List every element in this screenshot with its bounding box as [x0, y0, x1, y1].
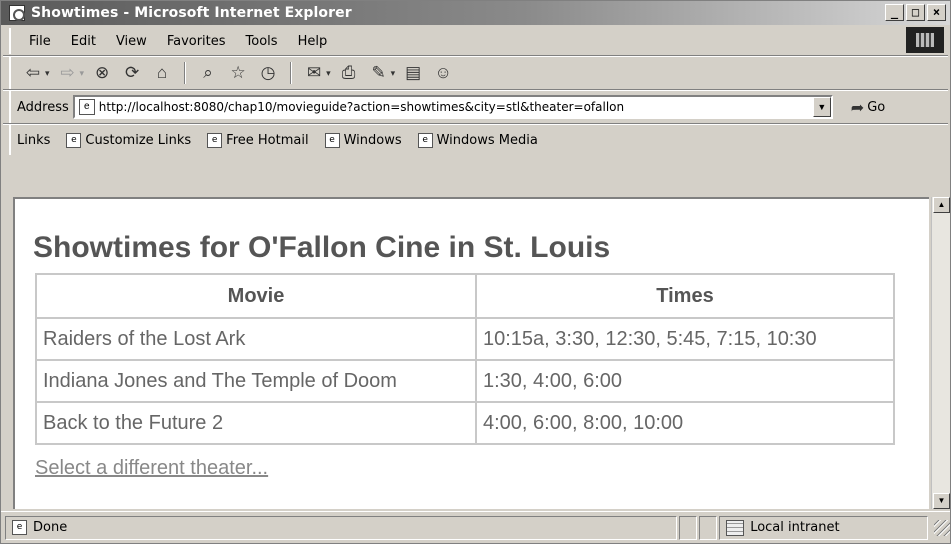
status-text: Done — [33, 520, 68, 535]
toolbar-separator — [184, 62, 187, 84]
windows-logo-icon — [906, 27, 944, 53]
page-icon: e — [78, 99, 95, 115]
status-cell-empty — [679, 515, 698, 540]
page-title: Showtimes for O'Fallon Cine in St. Louis — [33, 231, 611, 264]
page-content: Showtimes for O'Fallon Cine in St. Louis… — [13, 197, 929, 509]
link-free-hotmail[interactable]: e Free Hotmail — [207, 132, 309, 148]
address-url[interactable]: http://localhost:8080/chap10/movieguide?… — [99, 100, 624, 114]
link-label: Windows Media — [436, 132, 538, 148]
minimize-button[interactable]: _ — [885, 4, 904, 21]
forward-icon[interactable]: ⇨ — [56, 62, 80, 84]
history-icon[interactable]: ◷ — [256, 62, 280, 84]
browser-window: Showtimes - Microsoft Internet Explorer … — [0, 0, 951, 544]
movie-cell: Indiana Jones and The Temple of Doom — [35, 359, 477, 403]
menu-file[interactable]: File — [19, 32, 61, 51]
table-header-row: Movie Times — [35, 273, 895, 319]
back-dropdown-icon[interactable]: ▾ — [45, 68, 50, 79]
movie-cell: Back to the Future 2 — [35, 401, 477, 445]
menu-bar: File Edit View Favorites Tools Help — [9, 28, 899, 54]
status-cell-empty — [699, 515, 718, 540]
mail-dropdown-icon[interactable]: ▾ — [326, 68, 331, 79]
go-label: Go — [867, 99, 886, 115]
forward-dropdown-icon[interactable]: ▾ — [80, 68, 85, 79]
menu-favorites[interactable]: Favorites — [157, 32, 236, 51]
table-row: Raiders of the Lost Ark 10:15a, 3:30, 12… — [35, 317, 895, 361]
link-label: Customize Links — [85, 132, 192, 148]
menu-tools[interactable]: Tools — [236, 32, 288, 51]
status-bar: e Done Local intranet — [1, 511, 950, 543]
ie-page-icon — [9, 5, 25, 21]
go-arrow-icon: ➦ — [850, 97, 865, 117]
title-bar: Showtimes - Microsoft Internet Explorer … — [1, 1, 950, 25]
table-row: Indiana Jones and The Temple of Doom 1:3… — [35, 359, 895, 403]
movie-cell: Raiders of the Lost Ark — [35, 317, 477, 361]
scroll-up-icon[interactable]: ▲ — [933, 197, 950, 213]
menu-edit[interactable]: Edit — [61, 32, 106, 51]
menu-view[interactable]: View — [106, 32, 157, 51]
back-icon[interactable]: ⇦ — [21, 62, 45, 84]
column-header-movie: Movie — [35, 273, 477, 319]
home-icon[interactable]: ⌂ — [150, 62, 174, 84]
scroll-down-icon[interactable]: ▼ — [933, 493, 950, 509]
menu-help[interactable]: Help — [288, 32, 338, 51]
go-button[interactable]: ➦ Go — [851, 98, 885, 117]
discuss-icon[interactable]: ▤ — [401, 62, 425, 84]
page-icon: e — [207, 132, 223, 148]
page-icon: e — [417, 132, 433, 148]
zone-text: Local intranet — [750, 520, 840, 535]
toolbar-separator — [290, 62, 293, 84]
links-bar: Links e Customize Links e Free Hotmail e… — [9, 125, 946, 155]
mail-icon[interactable]: ✉ — [302, 62, 326, 84]
print-icon[interactable]: ⎙ — [337, 62, 361, 84]
times-cell: 4:00, 6:00, 8:00, 10:00 — [475, 401, 895, 445]
link-label: Windows — [343, 132, 402, 148]
address-bar: Address e http://localhost:8080/chap10/m… — [9, 91, 946, 123]
select-theater-link[interactable]: Select a different theater... — [35, 457, 268, 480]
intranet-icon — [726, 519, 745, 536]
refresh-icon[interactable]: ⟳ — [120, 62, 144, 84]
maximize-button[interactable]: □ — [906, 4, 925, 21]
messenger-icon[interactable]: ☺ — [431, 62, 455, 84]
window-controls: _ □ × — [885, 4, 946, 21]
times-cell: 10:15a, 3:30, 12:30, 5:45, 7:15, 10:30 — [475, 317, 895, 361]
vertical-scrollbar[interactable]: ▲ ▼ — [931, 197, 950, 509]
table-row: Back to the Future 2 4:00, 6:00, 8:00, 1… — [35, 401, 895, 445]
link-windows[interactable]: e Windows — [324, 132, 402, 148]
search-icon[interactable]: ⌕ — [196, 62, 220, 84]
address-dropdown-icon[interactable]: ▼ — [812, 97, 831, 117]
page-icon: e — [66, 132, 82, 148]
security-zone-cell: Local intranet — [719, 515, 929, 540]
edit-icon[interactable]: ✎ — [367, 62, 391, 84]
favorites-icon[interactable]: ☆ — [226, 62, 250, 84]
column-header-times: Times — [475, 273, 895, 319]
address-input[interactable]: e http://localhost:8080/chap10/movieguid… — [72, 95, 833, 119]
stop-icon[interactable]: ⊗ — [90, 62, 114, 84]
close-button[interactable]: × — [927, 4, 946, 21]
address-label: Address — [17, 99, 69, 115]
link-label: Free Hotmail — [226, 132, 309, 148]
status-text-cell: e Done — [5, 515, 678, 540]
standard-toolbar: ⇦ ▾ ⇨ ▾ ⊗ ⟳ ⌂ ⌕ ☆ ◷ ✉ ▾ ⎙ ✎ ▾ ▤ ☺ — [9, 57, 939, 89]
window-title: Showtimes - Microsoft Internet Explorer — [31, 5, 352, 21]
link-windows-media[interactable]: e Windows Media — [417, 132, 538, 148]
page-icon: e — [324, 132, 340, 148]
links-label: Links — [17, 132, 51, 148]
resize-grip-icon[interactable] — [934, 519, 950, 536]
link-customize-links[interactable]: e Customize Links — [66, 132, 192, 148]
page-icon: e — [12, 520, 27, 535]
edit-dropdown-icon[interactable]: ▾ — [391, 68, 396, 79]
showtimes-table: Movie Times Raiders of the Lost Ark 10:1… — [35, 273, 895, 445]
times-cell: 1:30, 4:00, 6:00 — [475, 359, 895, 403]
